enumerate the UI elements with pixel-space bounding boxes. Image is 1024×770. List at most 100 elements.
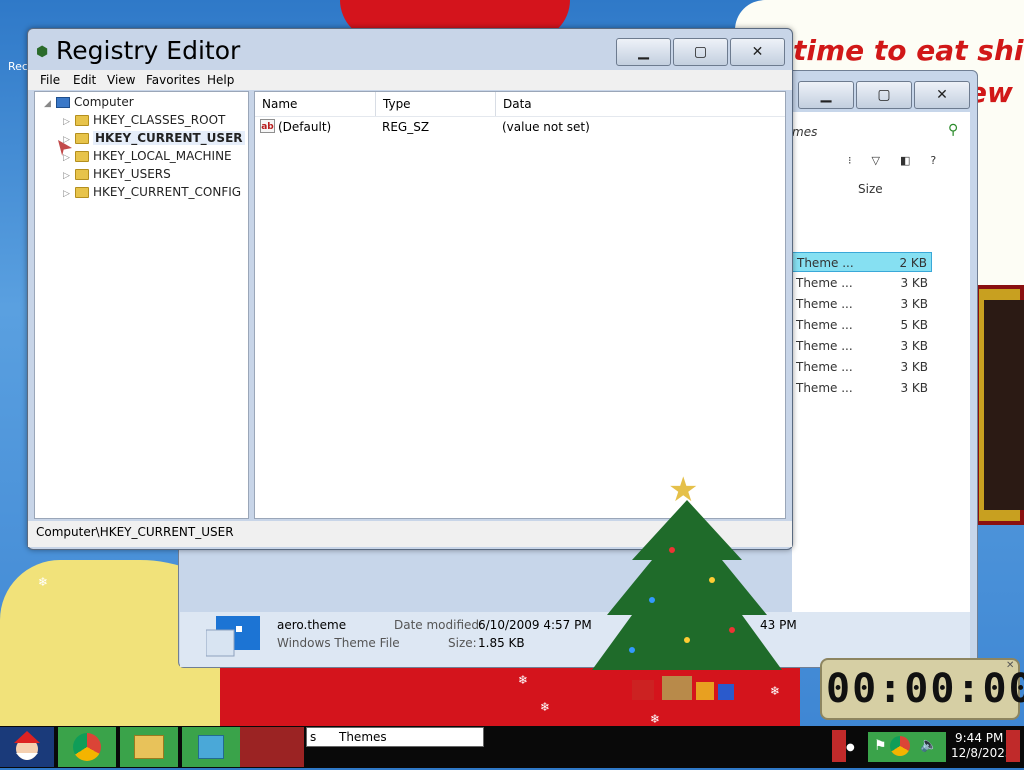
folder-icon [75,151,89,162]
file-size: 2 KB [899,256,927,270]
details-modified-value: 6/10/2009 4:57 PM [478,618,592,632]
file-size: 3 KB [900,360,928,374]
tree-item-label: Computer [74,95,134,109]
file-row[interactable]: Theme ... 3 KB [792,357,932,377]
details-size-value: 1.85 KB [478,636,525,650]
tree-item-hkcr[interactable]: ▷ HKEY_CLASSES_ROOT [63,111,225,129]
tree-item-hkcc[interactable]: ▷ HKEY_CURRENT_CONFIG [63,183,241,201]
chrome-icon [73,733,101,761]
christmas-tree-decoration [592,500,782,670]
size-column-header[interactable]: Size [858,182,938,196]
file-row[interactable]: Theme ... 3 KB [792,336,932,356]
taskbar-chrome-button[interactable] [58,727,116,767]
taskbar-explorer-button[interactable] [120,727,178,767]
file-name: Theme ... [796,381,853,395]
tree-item-label: HKEY_USERS [93,167,171,181]
tree-item-label: HKEY_CURRENT_USER [93,131,245,145]
stopwatch-display: 00:00:00 [826,666,1024,712]
explorer-search-input[interactable]: mes [792,122,942,142]
picture-frame-inner [984,300,1024,510]
close-button[interactable]: ✕ [730,38,785,66]
file-row[interactable]: Theme ... 3 KB [792,273,932,293]
file-row[interactable]: Theme ... 3 KB [792,294,932,314]
recycle-bin-label[interactable]: Rec [8,60,28,73]
action-center-flag-icon[interactable]: ⚑ [874,738,887,754]
file-row[interactable]: Theme ... 3 KB [792,378,932,398]
file-name: Theme ... [796,318,853,332]
file-name: Theme ... [797,256,854,270]
explorer-maximize-button[interactable]: ▢ [856,81,912,109]
menu-bar [28,70,792,90]
file-name: Theme ... [796,276,853,290]
collapse-arrow-icon[interactable]: ◢ [44,95,56,113]
folder-icon [75,169,89,180]
tree-item-hklm[interactable]: ▷ HKEY_LOCAL_MACHINE [63,147,232,165]
snowflake-icon: ❄ [770,684,781,698]
details-modified-label: Date modified: [394,618,484,632]
menu-edit[interactable]: Edit [73,73,96,87]
taskbar-decoration [240,727,304,767]
taskbar-decoration [832,730,846,762]
menu-view[interactable]: View [107,73,135,87]
taskbar-themes-prefix: s [310,730,317,744]
gadget-close-icon[interactable]: ✕ [1006,660,1014,671]
file-size: 3 KB [900,381,928,395]
menu-help[interactable]: Help [207,73,234,87]
clock-time[interactable]: 9:44 PM [955,731,1003,745]
tray-chrome-icon[interactable] [890,736,910,756]
volume-icon[interactable]: 🔈 [920,737,937,753]
folder-icon [75,133,89,144]
tree-item-label: HKEY_LOCAL_MACHINE [93,149,232,163]
search-icon[interactable]: ⚲ [948,122,964,138]
menu-favorites[interactable]: Favorites [146,73,200,87]
taskbar-themes-label: Themes [339,730,387,744]
taskbar-themes-button[interactable] [306,727,484,747]
file-name: Theme ... [796,297,853,311]
tree-item-hku[interactable]: ▷ HKEY_USERS [63,165,171,183]
snowflake-icon: ❄ [650,712,661,726]
column-header-name[interactable]: Name [255,92,376,116]
show-desktop-button[interactable] [1006,730,1020,762]
file-size: 3 KB [900,276,928,290]
status-path: Computer\HKEY_CURRENT_USER [36,525,234,539]
file-size: 3 KB [900,297,928,311]
file-name: Theme ... [796,360,853,374]
snowflake-icon: ❄ [518,673,529,687]
header-divider [255,116,785,117]
menu-file[interactable]: File [40,73,60,87]
folder-icon [75,115,89,126]
view-options-icons[interactable]: ⁝▽◧? [848,154,968,170]
taskbar-regedit-button[interactable] [182,727,240,767]
tree-item-label: HKEY_CLASSES_ROOT [93,113,226,127]
minimize-button[interactable]: ▁ [616,38,671,66]
expand-arrow-icon[interactable]: ▷ [63,185,75,203]
maximize-button[interactable]: ▢ [673,38,728,66]
folder-icon [134,735,164,759]
clock-date[interactable]: 12/8/2023 [951,746,1013,760]
file-size: 5 KB [900,318,928,332]
registry-values-pane[interactable] [254,91,786,519]
tray-dot-icon: ● [846,742,855,753]
explorer-minimize-button[interactable]: ▁ [798,81,854,109]
file-row[interactable]: Theme ... 2 KB [792,252,932,272]
snowflake-icon: ❄ [38,575,49,589]
regedit-icon [198,735,224,759]
file-size: 3 KB [900,339,928,353]
tree-item-computer[interactable]: ◢ Computer [44,93,134,111]
tree-item-hkcu[interactable]: ▷ HKEY_CURRENT_USER [63,129,245,147]
string-value-icon: ab [260,119,275,133]
file-row[interactable]: Theme ... 5 KB [792,315,932,335]
folder-icon [75,187,89,198]
explorer-close-button[interactable]: ✕ [914,81,970,109]
details-filetype: Windows Theme File [277,636,400,650]
value-name[interactable]: (Default) [278,119,331,135]
details-size-label: Size: [448,636,477,650]
value-type: REG_SZ [382,120,430,134]
file-name: Theme ... [796,339,853,353]
computer-icon [56,97,70,108]
regedit-app-icon: ⬢ [36,44,49,60]
column-header-data[interactable]: Data [496,92,785,116]
speech-text-line1: time to eat shit [793,34,1024,67]
start-button[interactable] [0,727,54,767]
column-header-type[interactable]: Type [376,92,496,116]
